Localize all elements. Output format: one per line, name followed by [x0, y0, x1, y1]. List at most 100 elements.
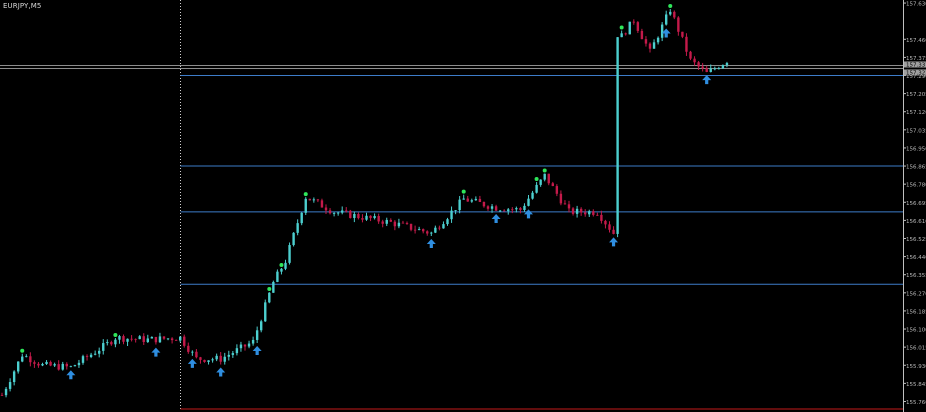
candle-body: [592, 211, 595, 215]
candle-body: [353, 213, 356, 218]
price-axis-label: 157.630: [906, 2, 926, 8]
candle-body: [612, 229, 615, 234]
price-axis-label: 156.695: [906, 201, 926, 207]
candle-body: [341, 210, 344, 213]
candle-body: [53, 364, 56, 366]
candle-body: [681, 31, 684, 37]
candle-body: [644, 39, 648, 44]
candle-body: [332, 213, 336, 214]
candle-body: [25, 356, 28, 358]
candle-body: [373, 216, 376, 219]
up-arrow-icon: [609, 237, 619, 247]
candle-body: [292, 232, 295, 246]
candle-body: [106, 342, 109, 344]
price-axis-label: 156.355: [906, 273, 926, 279]
candle-body: [490, 206, 494, 209]
dot-icon: [267, 287, 272, 292]
candle-body: [450, 210, 453, 220]
candle-body: [397, 222, 401, 227]
candle-body: [527, 198, 530, 206]
candle-body: [413, 229, 417, 231]
price-axis-label: 156.780: [906, 183, 926, 189]
candle-body: [717, 68, 721, 70]
candle-body: [162, 336, 166, 339]
candle-body: [579, 208, 583, 213]
candle-body: [596, 214, 599, 216]
candle-body: [187, 345, 190, 352]
candle-body: [255, 330, 259, 340]
candle-body: [211, 359, 214, 361]
candle-body: [588, 211, 591, 215]
candle-body: [604, 220, 607, 225]
candle-body: [89, 354, 93, 358]
up-arrow-icon: [252, 346, 262, 356]
price-axis-label: 156.865: [906, 165, 926, 171]
candle-body: [640, 30, 644, 40]
candle-body: [264, 302, 267, 322]
candle-body: [316, 199, 320, 201]
candle-body: [389, 219, 392, 222]
candle-body: [567, 204, 571, 209]
candle-body: [203, 359, 206, 362]
candle-body: [122, 336, 125, 342]
candle-body: [466, 198, 469, 202]
candle-body: [446, 219, 449, 225]
candle-body: [126, 338, 129, 342]
candle-body: [195, 351, 198, 358]
dot-icon: [619, 25, 624, 30]
candle-body: [369, 215, 372, 219]
candle-body: [102, 343, 105, 351]
candle-body: [69, 366, 73, 368]
chart-window[interactable]: 157.630157.460157.375157.290157.205157.1…: [0, 0, 926, 412]
candle-body: [701, 66, 704, 69]
candle-body: [223, 356, 226, 362]
price-axis-label: 156.100: [906, 328, 926, 334]
candle-body: [77, 362, 81, 366]
candle-body: [49, 361, 52, 366]
candle-body: [146, 338, 149, 343]
candle-body: [620, 33, 623, 38]
candle-body: [324, 207, 328, 211]
candle-body: [656, 37, 660, 43]
price-axis-label: 157.035: [906, 128, 926, 134]
candle-body: [571, 208, 575, 214]
candle-body: [705, 68, 708, 72]
candle-body: [713, 68, 716, 70]
candle-body: [478, 198, 482, 202]
candle-body: [239, 344, 243, 349]
candle-body: [183, 336, 186, 346]
up-arrow-icon: [702, 75, 712, 85]
candle-body: [600, 214, 603, 221]
price-axis-label: 156.525: [906, 237, 926, 243]
up-arrow-icon: [524, 209, 533, 219]
candle-body: [219, 355, 222, 362]
candle-body: [401, 222, 405, 224]
candle-body: [207, 360, 210, 362]
price-axis-label: 155.760: [906, 400, 926, 406]
candle-body: [669, 11, 672, 15]
candle-body: [61, 363, 64, 370]
dot-icon: [20, 348, 25, 353]
candle-body: [551, 183, 554, 187]
candle-body: [81, 356, 85, 363]
price-axis-label: 155.845: [906, 382, 926, 388]
candle-body: [426, 231, 429, 234]
candle-body: [689, 51, 692, 59]
candle-body: [608, 224, 611, 230]
candle-body: [276, 271, 279, 282]
candle-body: [29, 356, 32, 363]
up-arrow-icon: [426, 239, 436, 249]
price-tag-label: 157.323: [906, 70, 926, 76]
candle-body: [665, 14, 668, 25]
candle-body: [0, 395, 4, 396]
candle-body: [142, 336, 145, 343]
candle-body: [235, 348, 239, 354]
price-axis-label: 156.610: [906, 219, 926, 225]
candle-body: [462, 198, 465, 200]
candle-body: [482, 201, 486, 207]
candle-body: [280, 268, 283, 272]
candle-body: [385, 219, 388, 224]
candle-body: [296, 223, 299, 233]
price-chart[interactable]: 157.630157.460157.375157.290157.205157.1…: [0, 0, 926, 412]
candle-body: [134, 338, 137, 340]
